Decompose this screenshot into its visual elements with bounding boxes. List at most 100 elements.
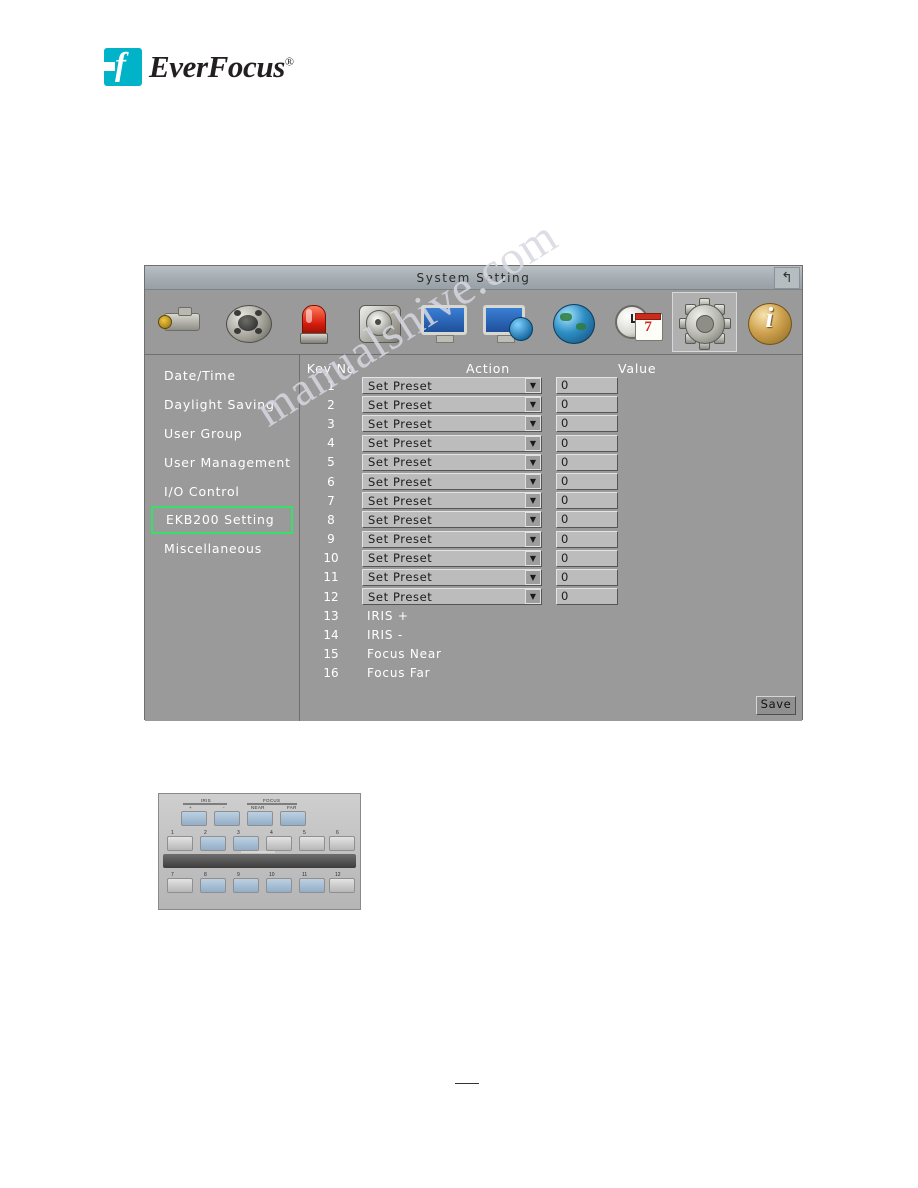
table-row: 5 Set Preset ▼ 0 [300,453,802,472]
action-dropdown[interactable]: Set Preset ▼ [362,492,542,510]
value-input[interactable]: 0 [556,568,618,586]
chevron-down-icon[interactable]: ▼ [525,435,541,451]
sidebar-item-date-time[interactable]: Date/Time [145,361,299,390]
sidebar-item-ekb200-setting[interactable]: EKB200 Setting [151,506,293,534]
key-number: 16 [323,665,339,680]
save-button[interactable]: Save [756,696,796,715]
keypad-button-4[interactable] [266,836,292,851]
window-title: System Setting [416,270,531,285]
keypad-button-11[interactable] [299,878,325,893]
keypad-button-12[interactable] [329,878,355,893]
chevron-down-icon[interactable]: ▼ [525,589,541,605]
globe-icon-button[interactable] [541,292,606,352]
action-dropdown[interactable]: Set Preset ▼ [362,473,542,491]
system-setting-window: System Setting ↰ 7 i Date/Time Daylight … [144,265,803,721]
table-row: 4 Set Preset ▼ 0 [300,434,802,453]
key-number: 2 [327,397,335,412]
action-dropdown[interactable]: Set Preset ▼ [362,434,542,452]
back-button[interactable]: ↰ [774,267,800,289]
keypad-button-7[interactable] [167,878,193,893]
sidebar-item-user-management[interactable]: User Management [145,448,299,477]
value-input[interactable]: 0 [556,434,618,452]
table-row: 11 Set Preset ▼ 0 [300,568,802,587]
keypad-button-9[interactable] [233,878,259,893]
sidebar-item-io-control[interactable]: I/O Control [145,477,299,506]
key-number: 14 [323,627,339,642]
chevron-down-icon[interactable]: ▼ [525,416,541,432]
chevron-down-icon[interactable]: ▼ [525,531,541,547]
keypad-button-1[interactable] [167,836,193,851]
action-value: Focus Far [367,665,431,680]
table-header: Key No Action Value [300,355,802,376]
keypad-button-focus-near[interactable] [247,811,273,826]
sidebar-item-miscellaneous[interactable]: Miscellaneous [145,534,299,563]
keypad-button-6[interactable] [329,836,355,851]
chevron-down-icon[interactable]: ▼ [525,550,541,566]
chevron-down-icon[interactable]: ▼ [525,397,541,413]
keypad-button-10[interactable] [266,878,292,893]
action-value: Set Preset [368,416,433,431]
value-input[interactable]: 0 [556,588,618,606]
action-dropdown[interactable]: Set Preset ▼ [362,511,542,529]
value-input[interactable]: 0 [556,396,618,414]
sidebar-label: I/O Control [164,484,240,499]
hard-disk-icon-button[interactable] [346,292,411,352]
action-value: Set Preset [368,512,433,527]
network-monitor-icon-button[interactable] [476,292,541,352]
action-dropdown[interactable]: Set Preset ▼ [362,588,542,606]
schedule-clock-icon-button[interactable]: 7 [607,292,672,352]
alarm-light-icon-button[interactable] [281,292,346,352]
settings-icon-toolbar: 7 i [145,290,802,355]
chevron-down-icon[interactable]: ▼ [525,512,541,528]
action-dropdown[interactable]: Set Preset ▼ [362,396,542,414]
chevron-down-icon[interactable]: ▼ [525,474,541,490]
chevron-down-icon[interactable]: ▼ [525,454,541,470]
table-row: 6 Set Preset ▼ 0 [300,472,802,491]
action-dropdown[interactable]: Set Preset ▼ [362,549,542,567]
keypad-label-focus-near: NEAR [251,805,265,810]
action-value: Set Preset [368,378,433,393]
ptz-dome-icon-button[interactable] [216,292,281,352]
camera-icon-button[interactable] [151,292,216,352]
schedule-clock-icon: 7 [613,297,665,347]
action-value: Set Preset [368,474,433,489]
value-input[interactable]: 0 [556,453,618,471]
value-input[interactable]: 0 [556,549,618,567]
keypad-button-8[interactable] [200,878,226,893]
table-row: 14 IRIS - [300,625,802,644]
action-value: Set Preset [368,397,433,412]
value-input[interactable]: 0 [556,415,618,433]
value-input[interactable]: 0 [556,473,618,491]
keypad-button-2[interactable] [200,836,226,851]
value-input[interactable]: 0 [556,492,618,510]
monitor-icon-button[interactable] [411,292,476,352]
value-input[interactable]: 0 [556,511,618,529]
table-row: 12 Set Preset ▼ 0 [300,587,802,606]
sidebar-label: Miscellaneous [164,541,263,556]
keypad-button-focus-far[interactable] [280,811,306,826]
gear-icon-button[interactable] [671,292,737,352]
chevron-down-icon[interactable]: ▼ [525,378,541,394]
chevron-down-icon[interactable]: ▼ [525,493,541,509]
sidebar-label: EKB200 Setting [166,512,275,527]
info-icon-button[interactable]: i [737,292,802,352]
keypad-button-3[interactable] [233,836,259,851]
alarm-light-icon [288,297,340,347]
keypad-button-5[interactable] [299,836,325,851]
network-monitor-icon [482,297,535,347]
keypad-button-iris-minus[interactable] [214,811,240,826]
value-input[interactable]: 0 [556,377,618,395]
brand-name: EverFocus [149,49,285,84]
logo-notch [104,62,115,71]
action-dropdown[interactable]: Set Preset ▼ [362,568,542,586]
action-dropdown[interactable]: Set Preset ▼ [362,415,542,433]
sidebar-item-user-group[interactable]: User Group [145,419,299,448]
logo-mark-icon: f [104,47,142,86]
sidebar-item-daylight-saving[interactable]: Daylight Saving [145,390,299,419]
action-dropdown[interactable]: Set Preset ▼ [362,377,542,395]
action-dropdown[interactable]: Set Preset ▼ [362,453,542,471]
value-input[interactable]: 0 [556,530,618,548]
keypad-button-iris-plus[interactable] [181,811,207,826]
chevron-down-icon[interactable]: ▼ [525,569,541,585]
action-dropdown[interactable]: Set Preset ▼ [362,530,542,548]
